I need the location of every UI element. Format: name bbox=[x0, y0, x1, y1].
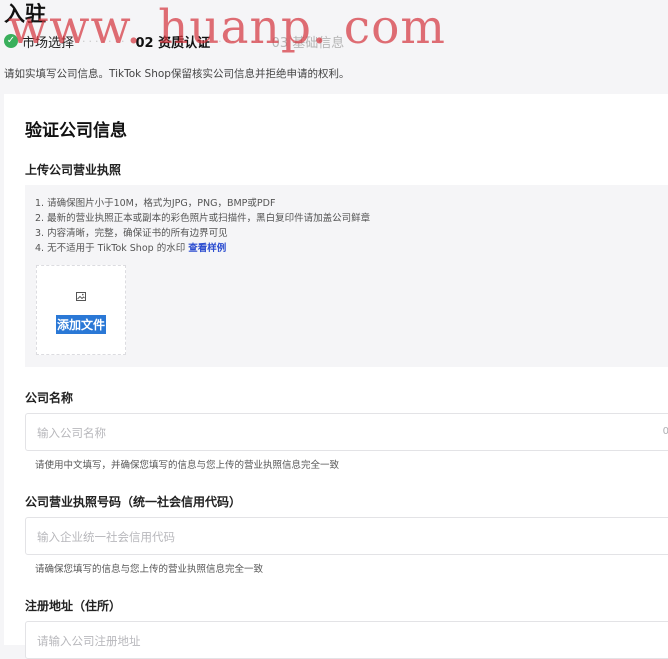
check-icon: ✓ bbox=[4, 34, 18, 48]
company-name-input[interactable]: 输入公司名称 0 bbox=[25, 413, 668, 451]
license-number-input[interactable]: 输入企业统一社会信用代码 bbox=[25, 517, 668, 555]
requirement-3: 3. 内容清晰，完整，确保证书的所有边界可见 bbox=[35, 228, 228, 239]
page-title: 入驻 bbox=[4, 2, 46, 26]
step-separator: ······· bbox=[82, 34, 128, 48]
requirement-1: 1. 请确保图片小于10M，格式为JPG，PNG，BMP或PDF bbox=[35, 198, 276, 209]
license-number-hint: 请确保您填写的信息与您上传的营业执照信息完全一致 bbox=[35, 564, 264, 575]
char-counter: 0 bbox=[662, 426, 668, 437]
requirement-2: 2. 最新的营业执照正本或副本的彩色照片或扫描件，黑白复印件请加盖公司鲜章 bbox=[35, 213, 371, 224]
step-basic-info[interactable]: 03 基础信息 bbox=[272, 32, 345, 51]
license-number-placeholder: 输入企业统一社会信用代码 bbox=[37, 530, 175, 544]
step-separator: ······· bbox=[218, 34, 264, 48]
company-name-hint: 请使用中文填写，并确保您填写的信息与您上传的营业执照信息完全一致 bbox=[35, 460, 340, 471]
license-upload-label: 上传公司营业执照 bbox=[25, 163, 122, 177]
address-input[interactable]: 请输入公司注册地址 bbox=[25, 621, 668, 659]
add-file-label: 添加文件 bbox=[56, 315, 107, 334]
page-notice: 请如实填写公司信息。TikTok Shop保留核实公司信息并拒绝申请的权利。 bbox=[4, 68, 350, 80]
step-label: 市场选择 bbox=[22, 35, 75, 51]
address-placeholder: 请输入公司注册地址 bbox=[37, 634, 141, 648]
card-title: 验证公司信息 bbox=[25, 121, 127, 141]
step-market-selection[interactable]: ✓ 市场选择 bbox=[4, 32, 74, 51]
step-qualification[interactable]: 02 资质认证 bbox=[136, 32, 211, 51]
address-label: 注册地址（住所） bbox=[25, 599, 122, 613]
view-example-link[interactable]: 查看样例 bbox=[188, 243, 226, 254]
verify-company-card: 验证公司信息 上传公司营业执照 1. 请确保图片小于10M，格式为JPG，PNG… bbox=[4, 94, 668, 659]
requirement-4: 4. 无不适用于 TikTok Shop 的水印 查看样例 bbox=[35, 240, 226, 254]
license-number-label: 公司营业执照号码（统一社会信用代码） bbox=[25, 495, 242, 509]
step-label: 03 基础信息 bbox=[271, 35, 345, 51]
add-file-button[interactable]: 添加文件 bbox=[36, 265, 126, 355]
company-name-label: 公司名称 bbox=[25, 391, 74, 405]
image-icon bbox=[76, 292, 86, 301]
requirement-4-text: 4. 无不适用于 TikTok Shop 的水印 bbox=[35, 243, 189, 254]
company-name-placeholder: 输入公司名称 bbox=[37, 426, 106, 440]
license-upload-area: 1. 请确保图片小于10M，格式为JPG，PNG，BMP或PDF 2. 最新的营… bbox=[25, 185, 668, 367]
step-label: 02 资质认证 bbox=[135, 35, 211, 51]
step-indicator: ✓ 市场选择 ······· 02 资质认证 ······· 03 基础信息 bbox=[4, 31, 344, 51]
